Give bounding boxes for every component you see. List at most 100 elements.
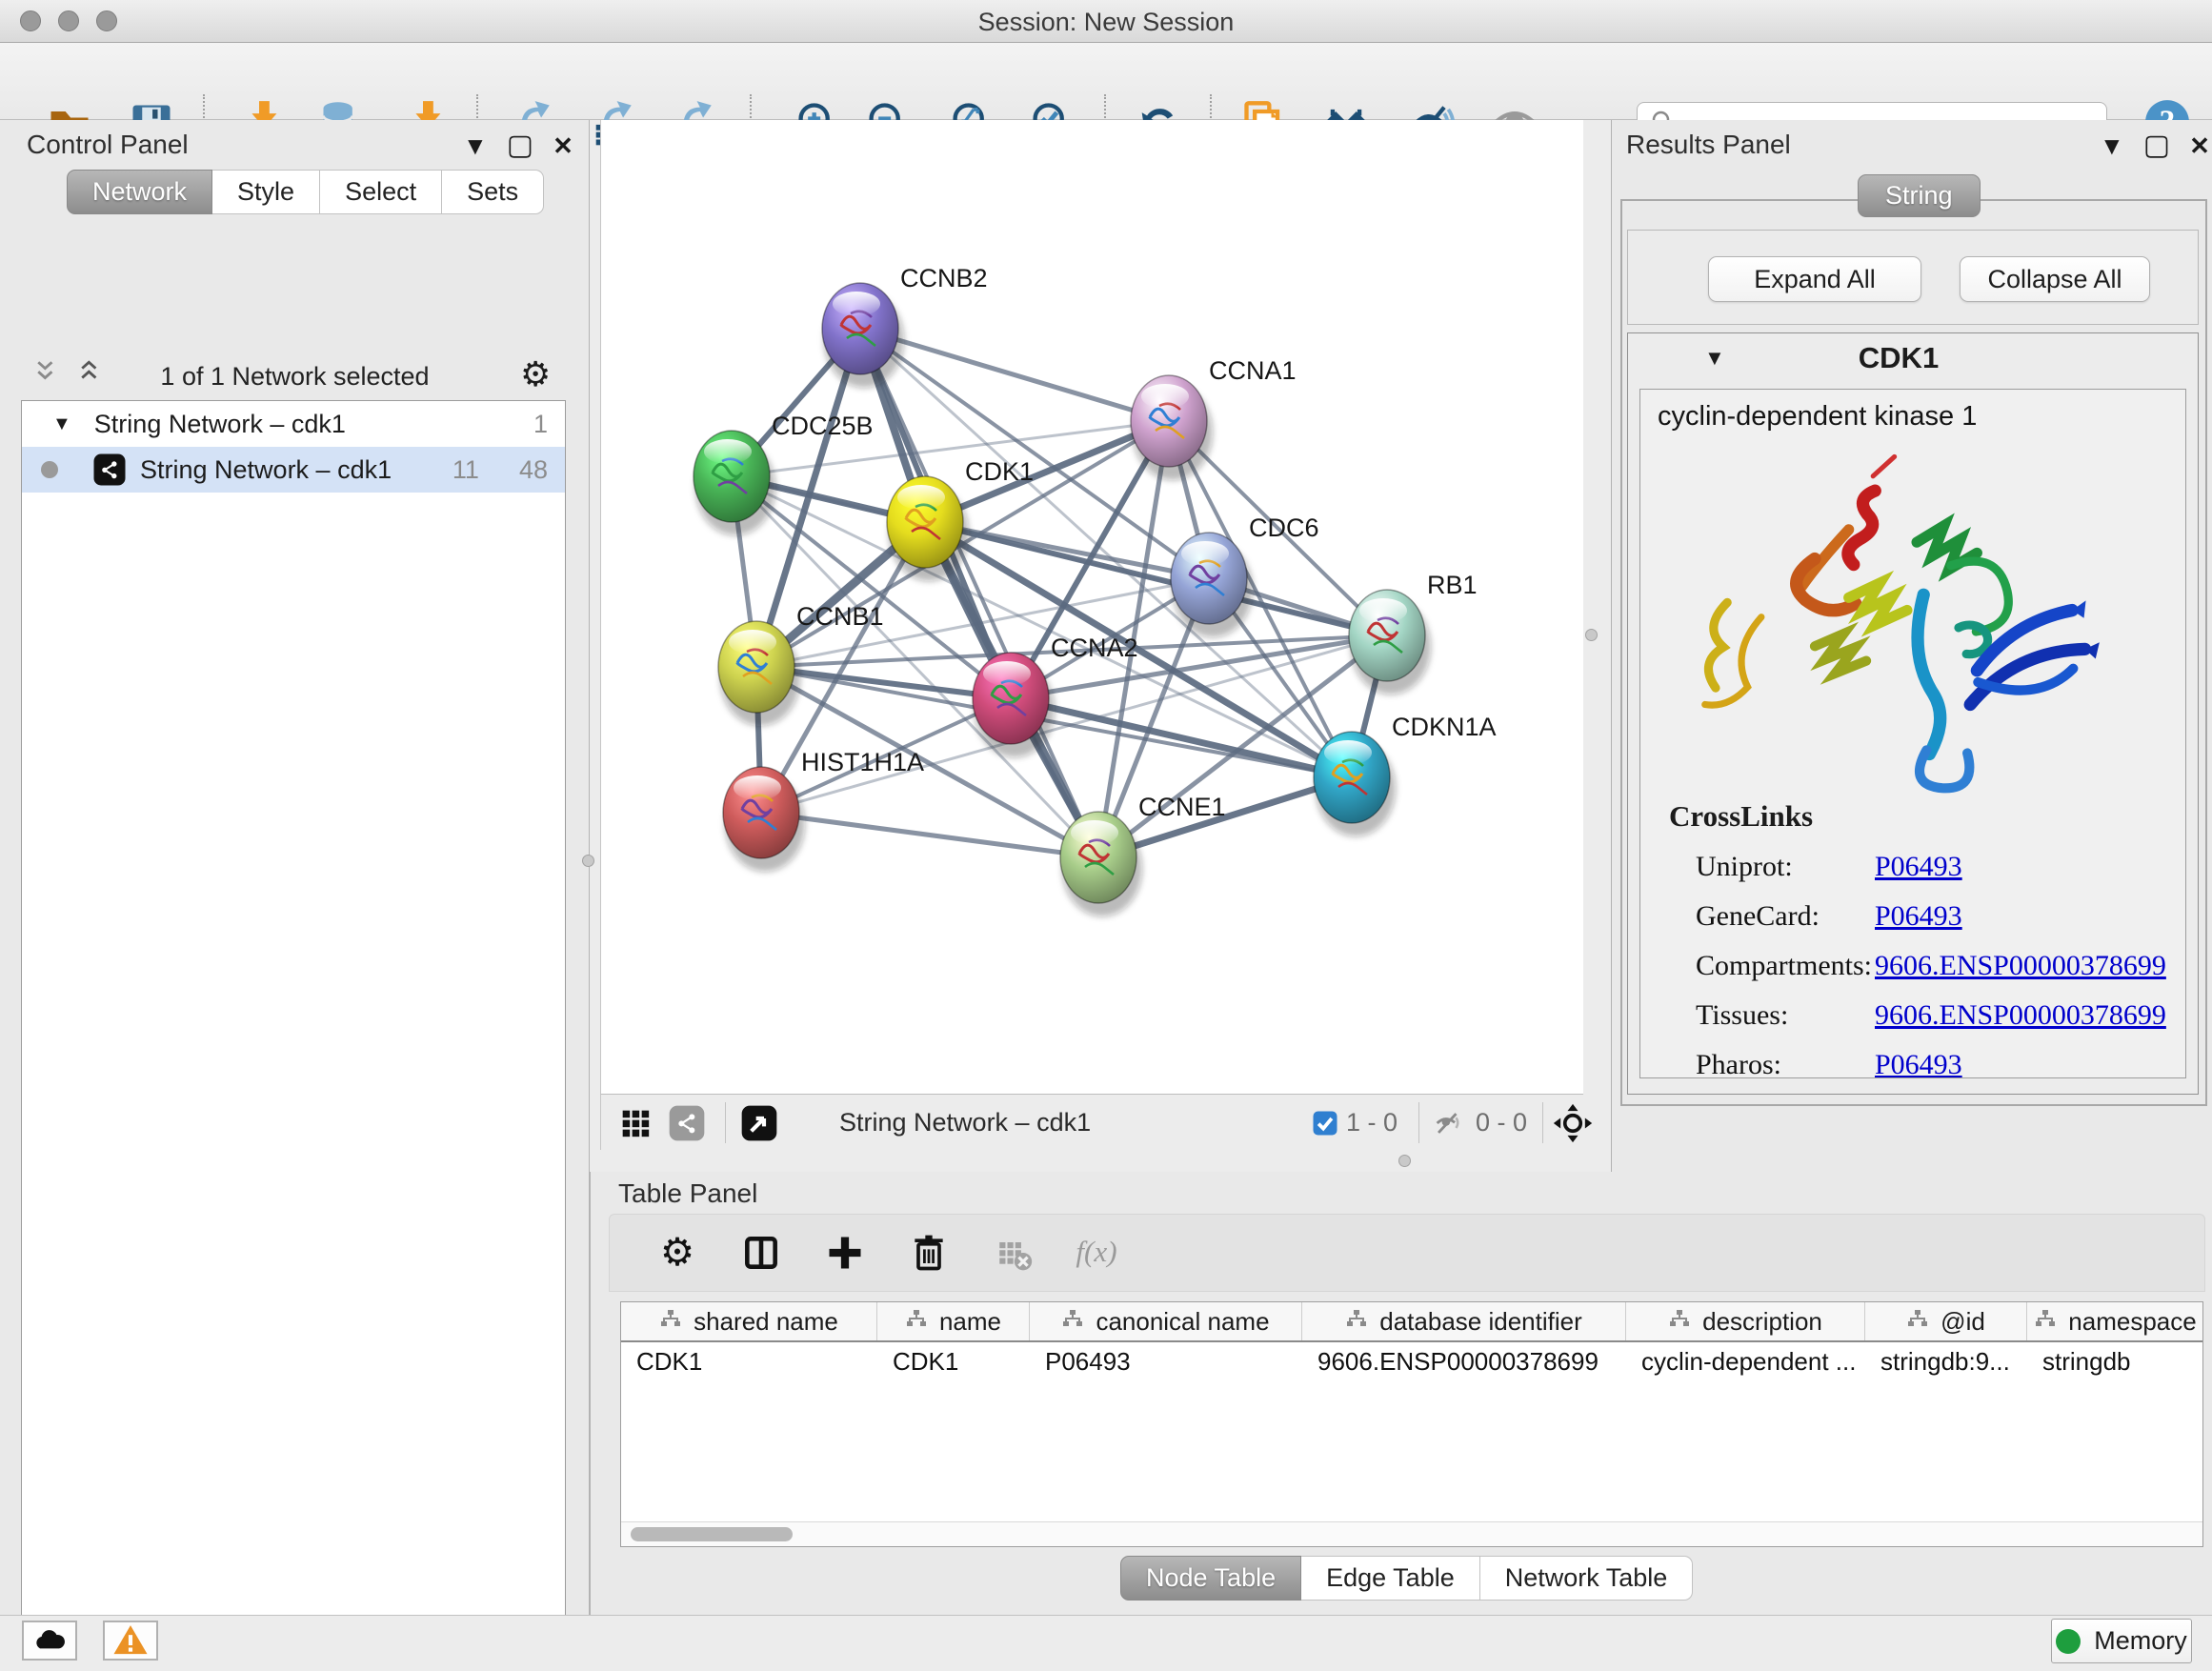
column-header-description[interactable]: description (1626, 1302, 1865, 1340)
table-cell: CDK1 (621, 1342, 877, 1380)
network-graph[interactable]: CCNB2 CCNA1 CDC25B CDK1 CDC6 RB1 CCNB1 (601, 120, 1584, 1094)
table-header-row: shared name namecanonical namedatabase id… (621, 1302, 2202, 1342)
gear-icon[interactable]: ⚙ (655, 1231, 699, 1275)
pan-crosshair-icon[interactable] (1552, 1095, 1594, 1151)
svg-text:f(x): f(x) (1076, 1235, 1116, 1268)
tab-string[interactable]: String (1858, 174, 1981, 217)
string-results-container: Expand All Collapse All ▼ CDK1 cyclin-de… (1620, 199, 2207, 1106)
tree-item-label: String Network – cdk1 (94, 410, 346, 439)
crosslink-link[interactable]: 9606.ENSP00000378699 (1875, 999, 2166, 1032)
results-collapse-icon[interactable]: ▼ (2100, 133, 2124, 158)
crosslink-link[interactable]: P06493 (1875, 900, 1962, 933)
crosslink-row: Uniprot: P06493 (1640, 851, 2185, 883)
horizontal-splitter-grip[interactable] (1398, 1155, 1411, 1167)
birds-eye-view-icon[interactable] (740, 1095, 778, 1151)
delete-column-icon[interactable] (907, 1231, 951, 1275)
crosslink-row: Pharos: P06493 (1640, 1049, 2185, 1078)
expand-all-button[interactable]: Expand All (1708, 256, 1921, 302)
scrollbar-thumb[interactable] (631, 1527, 793, 1541)
window-title: Session: New Session (0, 8, 2212, 37)
table-horizontal-scrollbar[interactable] (621, 1521, 2202, 1546)
protein-section: ▼ CDK1 cyclin-dependent kinase 1 CrossLi… (1627, 332, 2199, 1095)
network-edge[interactable] (860, 329, 1169, 421)
table-cell: 9606.ENSP00000378699 (1302, 1342, 1626, 1380)
grid-view-icon[interactable] (616, 1095, 654, 1151)
column-header-namespace[interactable]: namespace (2027, 1302, 2203, 1340)
expand-collapse-row: Expand All Collapse All (1627, 230, 2199, 325)
cloud-status-icon[interactable] (22, 1621, 77, 1661)
protein-structure-image (1659, 437, 2155, 799)
column-header-label: namespace (2068, 1307, 2196, 1337)
network-edge[interactable] (860, 329, 1098, 857)
table-cell: stringdb (2027, 1342, 2203, 1380)
hidden-eye-icon (1432, 1095, 1464, 1151)
tab-sets[interactable]: Sets (442, 170, 544, 214)
tree-count: 48 (519, 455, 548, 485)
section-collapse-triangle-icon[interactable]: ▼ (1704, 346, 1725, 371)
add-column-icon[interactable] (823, 1231, 867, 1275)
columns-icon[interactable] (739, 1231, 783, 1275)
network-node-cdc6[interactable]: CDC6 (1171, 513, 1319, 637)
network-view-toolbar: String Network – cdk1 1 - 0 0 - 0 (600, 1094, 1583, 1150)
node-label: CDK1 (965, 457, 1034, 486)
shared-column-icon (2034, 1307, 2057, 1337)
results-close-icon[interactable]: ✕ (2189, 133, 2210, 158)
tab-node-table[interactable]: Node Table (1120, 1556, 1301, 1601)
right-splitter-grip[interactable] (1585, 629, 1598, 641)
crosslink-row: GeneCard: P06493 (1640, 900, 2185, 933)
network-canvas[interactable]: CCNB2 CCNA1 CDC25B CDK1 CDC6 RB1 CCNB1 (600, 120, 1583, 1094)
table-row[interactable]: CDK1CDK1P064939606.ENSP00000378699cyclin… (621, 1342, 2202, 1380)
network-tree-row[interactable]: String Network – cdk11148 (22, 447, 565, 493)
panel-collapse-icon[interactable]: ▼ (463, 133, 488, 158)
network-edge[interactable] (761, 813, 1098, 857)
memory-button[interactable]: Memory (2051, 1619, 2192, 1663)
main-toolbar: ? (0, 43, 2212, 120)
results-panel: Results Panel ▼ ▢ ✕ String Expand All Co… (1611, 120, 2212, 1172)
network-node-rb1[interactable]: RB1 (1349, 571, 1478, 695)
crosslink-link[interactable]: P06493 (1875, 851, 1962, 883)
network-node-cdkn1a[interactable]: CDKN1A (1314, 713, 1497, 836)
crosslink-link[interactable]: 9606.ENSP00000378699 (1875, 950, 2166, 982)
protein-section-header[interactable]: ▼ CDK1 (1628, 333, 2198, 383)
network-node-ccna1[interactable]: CCNA1 (1131, 356, 1297, 480)
network-options-gear-icon[interactable]: ⚙ (520, 354, 551, 394)
column-header-shared-name[interactable]: shared name (621, 1302, 877, 1340)
panel-float-icon[interactable]: ▢ (507, 131, 533, 160)
table-cell: stringdb:9... (1865, 1342, 2027, 1380)
column-header-label: shared name (694, 1307, 838, 1337)
tab-network[interactable]: Network (67, 170, 212, 214)
column-header-label: description (1702, 1307, 1822, 1337)
tree-expand-triangle-icon[interactable]: ▼ (52, 413, 71, 435)
network-tree-row[interactable]: ▼ String Network – cdk11 (22, 401, 565, 447)
protein-details: cyclin-dependent kinase 1 CrossLinks Uni… (1639, 389, 2186, 1078)
left-splitter-grip[interactable] (582, 855, 594, 867)
crosslink-link[interactable]: P06493 (1875, 1049, 1962, 1078)
panel-close-icon[interactable]: ✕ (553, 133, 573, 158)
tab-select[interactable]: Select (320, 170, 442, 214)
selected-checkbox-icon[interactable] (1311, 1095, 1339, 1151)
node-label: CDC25B (772, 412, 874, 440)
results-float-icon[interactable]: ▢ (2143, 131, 2170, 160)
shared-column-icon (905, 1307, 928, 1337)
column-header-database-identifier[interactable]: database identifier (1302, 1302, 1626, 1340)
column-header-name[interactable]: name (877, 1302, 1030, 1340)
string-share-icon[interactable] (668, 1095, 706, 1151)
column-header-canonical-name[interactable]: canonical name (1030, 1302, 1302, 1340)
column-header-id[interactable]: @id (1865, 1302, 2027, 1340)
node-label: CCNB2 (900, 264, 988, 292)
string-network-icon (92, 453, 127, 487)
network-node-ccna2[interactable]: CCNA2 (973, 634, 1138, 757)
shared-column-icon (1345, 1307, 1368, 1337)
network-node-hist1h1a[interactable]: HIST1H1A (723, 748, 924, 872)
table-cell: cyclin-dependent ... (1626, 1342, 1865, 1380)
collapse-all-button[interactable]: Collapse All (1960, 256, 2150, 302)
tab-network-table[interactable]: Network Table (1480, 1556, 1694, 1601)
tab-edge-table[interactable]: Edge Table (1301, 1556, 1480, 1601)
network-edge[interactable] (1011, 698, 1352, 777)
warning-status-icon[interactable] (103, 1621, 158, 1661)
node-table: shared name namecanonical namedatabase id… (620, 1301, 2203, 1547)
crosslink-label: Tissues: (1696, 999, 1875, 1032)
tab-style[interactable]: Style (212, 170, 320, 214)
control-panel: Control Panel ▼ ▢ ✕ NetworkStyleSelectSe… (0, 120, 590, 1615)
network-node-ccne1[interactable]: CCNE1 (1060, 793, 1226, 916)
